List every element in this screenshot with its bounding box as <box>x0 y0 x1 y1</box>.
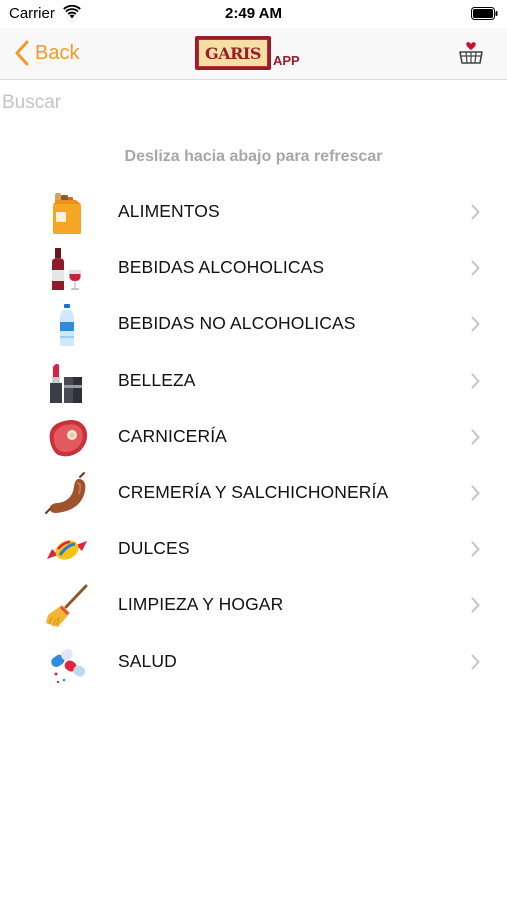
chevron-right-icon <box>471 260 480 276</box>
basket-heart-icon[interactable] <box>457 40 485 66</box>
chevron-right-icon <box>471 204 480 220</box>
category-label: BELLEZA <box>118 369 196 390</box>
search-input[interactable] <box>0 88 507 118</box>
category-label: BEBIDAS ALCOHOLICAS <box>118 257 325 278</box>
category-item-belleza[interactable]: BELLEZA <box>0 353 507 409</box>
sausage-icon <box>45 471 86 514</box>
category-item-cremeria-salchichoneria[interactable]: CREMERÍA Y SALCHICHONERÍA <box>0 465 507 521</box>
pills-icon <box>51 648 86 683</box>
grocery-bag-icon <box>53 193 81 234</box>
category-item-bebidas-no-alcoholicas[interactable]: BEBIDAS NO ALCOHOLICAS <box>0 296 507 352</box>
wine-icon <box>52 248 81 291</box>
steak-icon <box>49 419 88 457</box>
category-label: CARNICERÍA <box>118 425 227 446</box>
refresh-hint: Desliza hacia abajo para refrescar <box>124 148 383 165</box>
category-label: SALUD <box>118 650 177 671</box>
lipstick-icon <box>50 363 82 403</box>
category-item-bebidas-alcoholicas[interactable]: BEBIDAS ALCOHOLICAS <box>0 240 507 296</box>
candy-icon <box>47 540 87 560</box>
broom-icon <box>46 584 88 628</box>
chevron-right-icon <box>471 654 480 669</box>
status-bar: Carrier 2:49 AM <box>0 0 507 28</box>
back-button[interactable]: Back <box>14 38 79 68</box>
category-label: BEBIDAS NO ALCOHOLICAS <box>118 313 356 334</box>
chevron-left-icon <box>15 40 29 66</box>
water-bottle-icon <box>60 304 74 347</box>
category-label: DULCES <box>118 538 190 559</box>
category-list: ALIMENTOS BEBIDAS ALCOHOLICAS BEBIDAS NO… <box>0 184 507 690</box>
logo-suffix: APP <box>273 52 300 68</box>
category-item-limpieza-hogar[interactable]: LIMPIEZA Y HOGAR <box>0 577 507 633</box>
chevron-right-icon <box>471 597 480 613</box>
logo-text: GARIS <box>205 43 261 63</box>
category-item-carniceria[interactable]: CARNICERÍA <box>0 409 507 465</box>
category-label: CREMERÍA Y SALCHICHONERÍA <box>118 481 389 502</box>
logo-badge: GARIS <box>195 36 271 70</box>
navigation-bar: Back GARIS APP <box>0 28 507 80</box>
category-label: ALIMENTOS <box>118 201 220 221</box>
category-item-alimentos[interactable]: ALIMENTOS <box>0 184 507 240</box>
battery-icon <box>471 7 498 20</box>
chevron-right-icon <box>471 373 480 389</box>
status-time: 2:49 AM <box>225 5 282 22</box>
app-logo: GARIS APP <box>195 36 300 70</box>
chevron-right-icon <box>471 485 480 501</box>
back-label: Back <box>35 41 80 64</box>
category-item-dulces[interactable]: DULCES <box>0 521 507 577</box>
chevron-right-icon <box>471 541 480 557</box>
category-label: LIMPIEZA Y HOGAR <box>118 594 284 615</box>
category-item-salud[interactable]: SALUD <box>0 634 507 690</box>
chevron-right-icon <box>471 429 480 445</box>
chevron-right-icon <box>471 316 480 332</box>
